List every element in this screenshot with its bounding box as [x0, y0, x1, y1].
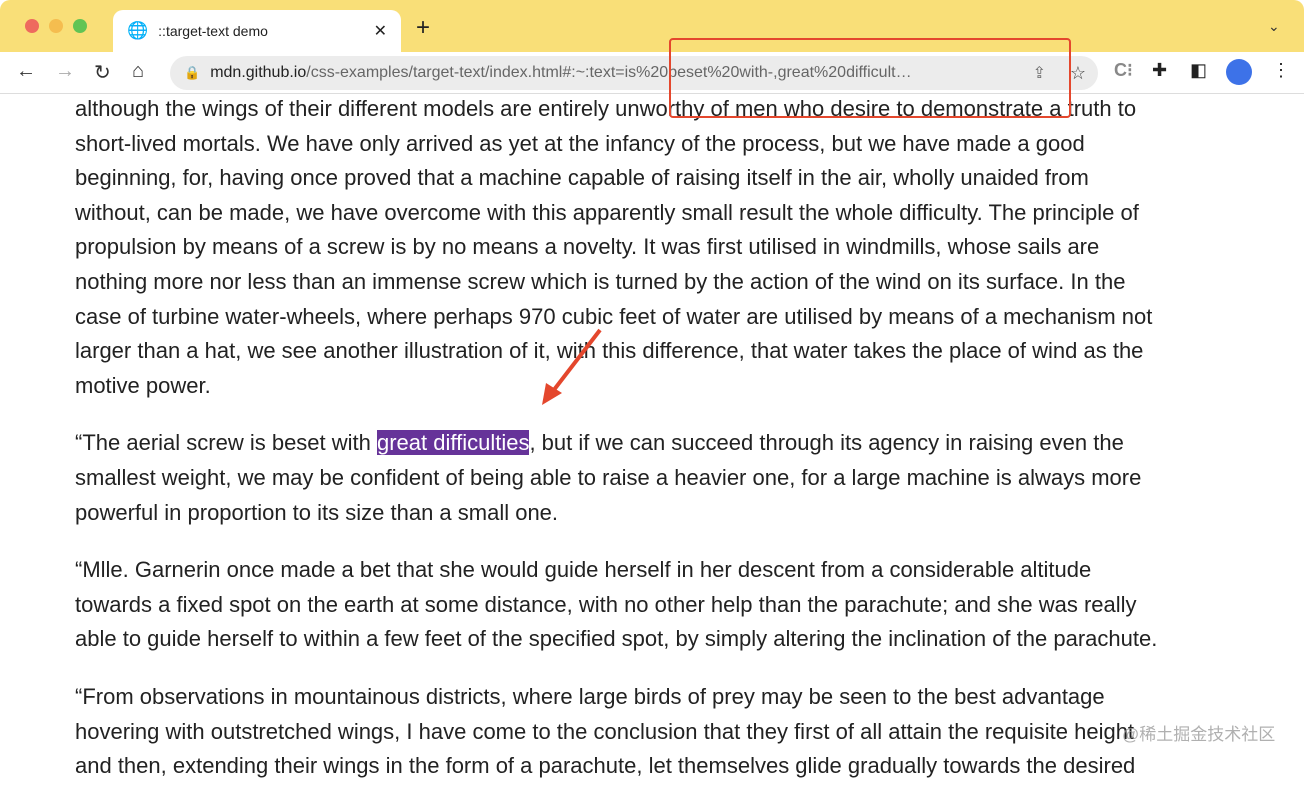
text-line: nothing more nor less than an immense sc…: [75, 268, 1126, 294]
url-host: mdn.github.io: [210, 64, 307, 81]
back-icon[interactable]: ←: [16, 60, 36, 83]
bookmark-star-icon[interactable]: ☆: [1070, 63, 1086, 84]
text-line: towards a fixed spot on the earth at som…: [75, 591, 1137, 617]
extensions-puzzle-icon[interactable]: ✚: [1152, 60, 1167, 81]
target-text-highlight: great difficulties: [377, 430, 530, 456]
text-line: “From observations in mountainous distri…: [75, 683, 1105, 709]
text-line: “Mlle. Garnerin once made a bet that she…: [75, 557, 1092, 583]
side-panel-icon[interactable]: ◧: [1190, 60, 1207, 81]
text-line: motive power.: [75, 372, 211, 398]
paragraph: “Mlle. Garnerin once made a bet that she…: [75, 553, 1157, 657]
text-line: larger than a hat, we see another illust…: [75, 338, 1144, 364]
tab-search-chevron-icon[interactable]: ⌄: [1268, 18, 1280, 35]
text-line: hovering with outstretched wings, I have…: [75, 718, 1135, 744]
lock-icon: 🔒: [184, 65, 201, 80]
extension-icon[interactable]: C⁝: [1114, 60, 1133, 81]
text-line: and then, extending their wings in the f…: [75, 753, 1136, 779]
forward-icon[interactable]: →: [55, 60, 75, 83]
watermark: @稀土掘金技术社区: [1122, 725, 1276, 744]
profile-avatar[interactable]: [1226, 59, 1252, 85]
text-line: without, can be made, we have overcome w…: [75, 199, 1139, 225]
reload-icon[interactable]: ↻: [94, 60, 111, 85]
close-tab-icon[interactable]: ✕: [374, 21, 387, 41]
new-tab-button[interactable]: +: [416, 14, 430, 42]
text-after-highlight: , but if we can succeed through its agen…: [529, 430, 1124, 456]
text-line: smallest weight, we may be confident of …: [75, 464, 1142, 490]
article-content: although the wings of their different mo…: [75, 92, 1157, 807]
text-line: powerful in proportion to its size than …: [75, 499, 559, 525]
text-line: beginning, for, having once proved that …: [75, 165, 1089, 191]
annotation-box: [669, 38, 1071, 118]
text-line: short-lived mortals. We have only arrive…: [75, 130, 1085, 156]
paragraph: “The aerial screw is beset with great di…: [75, 426, 1157, 530]
toolbar: ← → ↻ ⌂ 🔒 mdn.github.io/css-examples/tar…: [0, 52, 1304, 94]
globe-icon: 🌐: [127, 21, 149, 40]
tab-title: ::target-text demo: [158, 23, 268, 39]
menu-kebab-icon[interactable]: ⋮: [1272, 60, 1290, 81]
text-line: case of turbine water-wheels, where perh…: [75, 303, 1153, 329]
text-line: able to guide herself to within a few fe…: [75, 626, 1158, 652]
paragraph: although the wings of their different mo…: [75, 92, 1157, 403]
tab-strip: 🌐 ::target-text demo ✕ + ⌄: [0, 0, 1304, 52]
text-line: propulsion by means of a screw is by no …: [75, 234, 1100, 260]
paragraph: “From observations in mountainous distri…: [75, 680, 1157, 784]
maximize-window-button[interactable]: [73, 19, 87, 33]
annotation-arrow-icon: [542, 328, 602, 405]
minimize-window-button[interactable]: [49, 19, 63, 33]
tab-active[interactable]: 🌐 ::target-text demo ✕: [113, 10, 401, 52]
close-window-button[interactable]: [25, 19, 39, 33]
home-icon[interactable]: ⌂: [132, 60, 144, 83]
text-before-highlight: “The aerial screw is beset with: [75, 430, 377, 456]
